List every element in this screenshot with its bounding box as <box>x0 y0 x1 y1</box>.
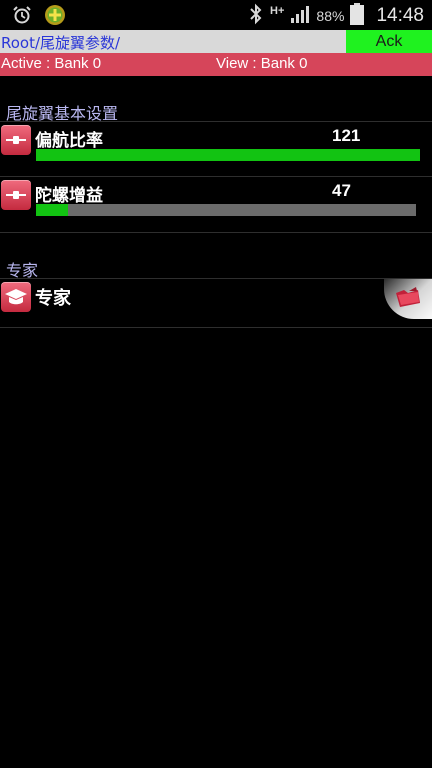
alarm-icon <box>12 5 32 29</box>
breadcrumb[interactable]: Root/尾旋翼参数/ <box>1 32 120 53</box>
item-value-yaw-rate: 121 <box>332 126 361 145</box>
ack-button[interactable]: Ack <box>346 30 432 53</box>
active-bank-label: Active : Bank 0 <box>1 55 102 72</box>
item-label-gyro-gain: 陀螺增益 <box>35 186 103 206</box>
item-label-yaw-rate: 偏航比率 <box>35 131 103 151</box>
yaw-rate-bar[interactable] <box>36 149 420 161</box>
status-bar: H+ 88% 14:48 <box>0 0 432 30</box>
app-notification-icon <box>44 4 66 30</box>
slider-icon <box>1 180 31 210</box>
divider <box>0 121 432 122</box>
graduation-cap-icon <box>1 282 31 312</box>
bluetooth-icon <box>248 3 264 29</box>
divider <box>0 327 432 328</box>
open-folder-button[interactable] <box>384 279 432 319</box>
network-type: H+ <box>270 5 285 17</box>
item-label-expert: 专家 <box>35 288 71 309</box>
gyro-gain-bar[interactable] <box>36 204 416 216</box>
signal-icon <box>290 4 310 28</box>
battery-percent: 88% <box>316 8 345 24</box>
battery-icon <box>350 3 365 29</box>
divider <box>0 176 432 177</box>
view-bank-label[interactable]: View : Bank 0 <box>216 55 307 72</box>
status-right-icons: H+ 88% 14:48 <box>248 3 424 29</box>
path-bar: Root/尾旋翼参数/ Ack <box>0 30 432 53</box>
bank-bar: Active : Bank 0 View : Bank 0 <box>0 53 432 76</box>
yaw-rate-bar-fill <box>36 149 420 161</box>
divider <box>0 278 432 279</box>
clock: 14:48 <box>376 5 424 26</box>
folder-icon <box>394 285 422 313</box>
divider <box>0 232 432 233</box>
slider-icon <box>1 125 31 155</box>
item-value-gyro-gain: 47 <box>332 181 351 200</box>
gyro-gain-bar-fill <box>36 204 69 216</box>
status-left-icons <box>12 4 66 30</box>
